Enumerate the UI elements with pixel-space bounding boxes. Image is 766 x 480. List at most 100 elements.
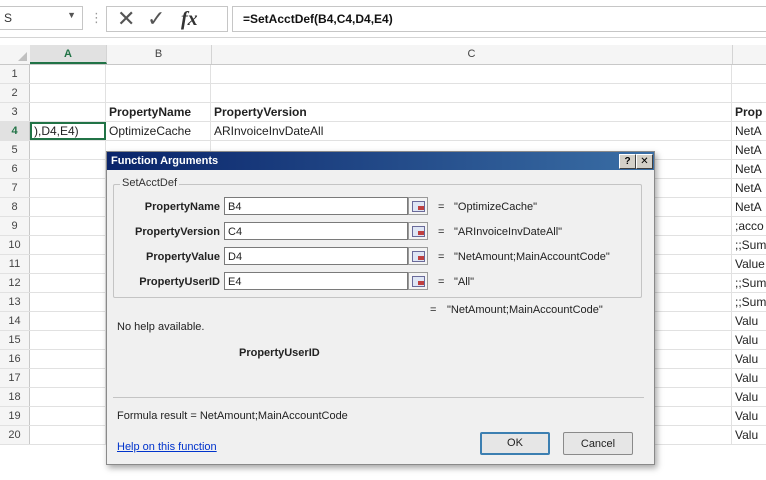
arg-label: PropertyUserID bbox=[139, 276, 220, 288]
cell-d12[interactable]: ;;Sum bbox=[732, 274, 766, 292]
cell-d1[interactable] bbox=[732, 65, 766, 83]
cancel-button[interactable]: Cancel bbox=[563, 432, 633, 455]
chevron-down-icon[interactable]: ▼ bbox=[67, 10, 76, 20]
cell-c4[interactable]: ARInvoiceInvDateAll bbox=[211, 122, 732, 140]
cell-d4[interactable]: NetA bbox=[732, 122, 766, 140]
cell-d13[interactable]: ;;Sum bbox=[732, 293, 766, 311]
cell-d16[interactable]: Valu bbox=[732, 350, 766, 368]
cell-d2[interactable] bbox=[732, 84, 766, 102]
cell-d10[interactable]: ;;Sum bbox=[732, 236, 766, 254]
property-name-input[interactable]: B4 bbox=[224, 197, 408, 215]
collapse-dialog-icon[interactable] bbox=[408, 222, 428, 240]
cell-a20[interactable] bbox=[30, 426, 106, 444]
select-all-corner[interactable] bbox=[0, 45, 31, 64]
cell-a17[interactable] bbox=[30, 369, 106, 387]
row-header[interactable]: 17 bbox=[0, 369, 30, 387]
collapse-dialog-icon[interactable] bbox=[408, 247, 428, 265]
cell-c1[interactable] bbox=[211, 65, 732, 83]
cell-b1[interactable] bbox=[106, 65, 211, 83]
row-header[interactable]: 13 bbox=[0, 293, 30, 311]
cell-d18[interactable]: Valu bbox=[732, 388, 766, 406]
cell-d15[interactable]: Valu bbox=[732, 331, 766, 349]
equals-sign: = bbox=[438, 201, 445, 213]
cell-a16[interactable] bbox=[30, 350, 106, 368]
formula-input[interactable]: =SetAcctDef(B4,C4,D4,E4) bbox=[232, 6, 766, 32]
row-header[interactable]: 2 bbox=[0, 84, 30, 102]
cell-a8[interactable] bbox=[30, 198, 106, 216]
cell-d3[interactable]: Prop bbox=[732, 103, 766, 121]
row-header[interactable]: 4 bbox=[0, 122, 30, 140]
row-header[interactable]: 14 bbox=[0, 312, 30, 330]
cell-a1[interactable] bbox=[30, 65, 106, 83]
cell-d8[interactable]: NetA bbox=[732, 198, 766, 216]
cell-d9[interactable]: ;acco bbox=[732, 217, 766, 235]
row-header[interactable]: 16 bbox=[0, 350, 30, 368]
enter-formula-icon[interactable]: ✓ bbox=[147, 7, 165, 31]
cell-a10[interactable] bbox=[30, 236, 106, 254]
row-header[interactable]: 18 bbox=[0, 388, 30, 406]
row-header[interactable]: 12 bbox=[0, 274, 30, 292]
row-header[interactable]: 7 bbox=[0, 179, 30, 197]
cell-a12[interactable] bbox=[30, 274, 106, 292]
row-header[interactable]: 6 bbox=[0, 160, 30, 178]
ok-button[interactable]: OK bbox=[480, 432, 550, 455]
cell-d11[interactable]: Value bbox=[732, 255, 766, 273]
cell-b2[interactable] bbox=[106, 84, 211, 102]
name-box-value: S bbox=[4, 11, 13, 25]
cell-a3[interactable] bbox=[30, 103, 106, 121]
collapse-dialog-icon[interactable] bbox=[408, 197, 428, 215]
row-header[interactable]: 15 bbox=[0, 331, 30, 349]
cell-d14[interactable]: Valu bbox=[732, 312, 766, 330]
cell-a14[interactable] bbox=[30, 312, 106, 330]
property-user-id-input[interactable]: E4 bbox=[224, 272, 408, 290]
cell-a13[interactable] bbox=[30, 293, 106, 311]
dialog-titlebar[interactable]: Function Arguments ? ✕ bbox=[107, 152, 654, 170]
cell-d5[interactable]: NetA bbox=[732, 141, 766, 159]
cell-a18[interactable] bbox=[30, 388, 106, 406]
cell-d7[interactable]: NetA bbox=[732, 179, 766, 197]
help-icon[interactable]: ? bbox=[619, 154, 636, 169]
cell-a9[interactable] bbox=[30, 217, 106, 235]
insert-function-icon[interactable]: fx bbox=[181, 7, 198, 31]
cell-a5[interactable] bbox=[30, 141, 106, 159]
cell-a2[interactable] bbox=[30, 84, 106, 102]
row-header[interactable]: 3 bbox=[0, 103, 30, 121]
row-header[interactable]: 9 bbox=[0, 217, 30, 235]
cell-b4[interactable]: OptimizeCache bbox=[106, 122, 211, 140]
cell-a4[interactable]: ),D4,E4) bbox=[30, 122, 106, 140]
cell-a7[interactable] bbox=[30, 179, 106, 197]
column-header-c[interactable]: C bbox=[211, 45, 733, 64]
cell-b3[interactable]: PropertyName bbox=[106, 103, 211, 121]
cell-c2[interactable] bbox=[211, 84, 732, 102]
row-header[interactable]: 10 bbox=[0, 236, 30, 254]
row-header[interactable]: 20 bbox=[0, 426, 30, 444]
cell-a19[interactable] bbox=[30, 407, 106, 425]
row-header[interactable]: 11 bbox=[0, 255, 30, 273]
close-icon[interactable]: ✕ bbox=[636, 154, 653, 169]
cell-a6[interactable] bbox=[30, 160, 106, 178]
property-version-input[interactable]: C4 bbox=[224, 222, 408, 240]
cell-a15[interactable] bbox=[30, 331, 106, 349]
arg-result: "All" bbox=[454, 276, 475, 288]
property-value-input[interactable]: D4 bbox=[224, 247, 408, 265]
arg-label: PropertyVersion bbox=[135, 226, 220, 238]
formula-bar-grip-icon: ⋮ bbox=[90, 10, 103, 25]
row-header[interactable]: 19 bbox=[0, 407, 30, 425]
cell-c3[interactable]: PropertyVersion bbox=[211, 103, 732, 121]
cell-a11[interactable] bbox=[30, 255, 106, 273]
cell-d17[interactable]: Valu bbox=[732, 369, 766, 387]
row-header[interactable]: 8 bbox=[0, 198, 30, 216]
help-on-function-link[interactable]: Help on this function bbox=[117, 441, 217, 453]
column-header-d[interactable] bbox=[732, 45, 766, 64]
formula-result: Formula result = NetAmount;MainAccountCo… bbox=[117, 410, 348, 422]
collapse-dialog-icon[interactable] bbox=[408, 272, 428, 290]
cell-d19[interactable]: Valu bbox=[732, 407, 766, 425]
row-header[interactable]: 1 bbox=[0, 65, 30, 83]
name-box[interactable]: S ▼ bbox=[0, 6, 83, 30]
cell-d6[interactable]: NetA bbox=[732, 160, 766, 178]
column-header-b[interactable]: B bbox=[106, 45, 212, 64]
cancel-formula-icon[interactable]: ✕ bbox=[117, 7, 135, 31]
column-header-a[interactable]: A bbox=[30, 45, 107, 64]
cell-d20[interactable]: Valu bbox=[732, 426, 766, 444]
row-header[interactable]: 5 bbox=[0, 141, 30, 159]
